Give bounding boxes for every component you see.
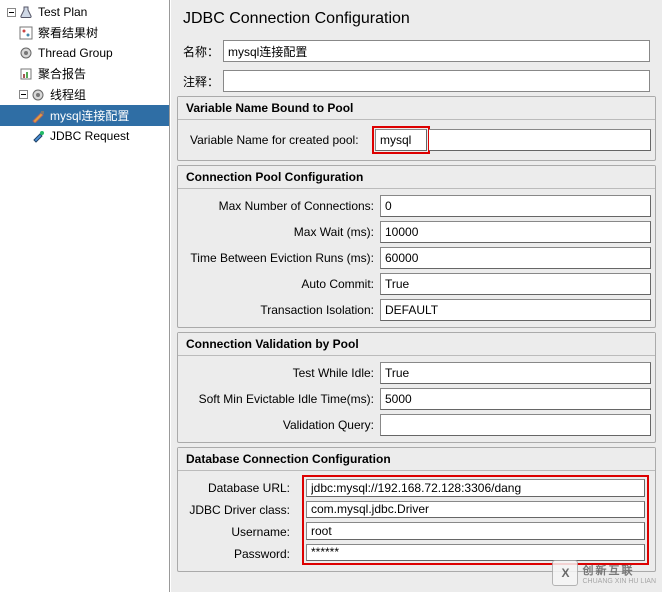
soft-min-input[interactable] [380,388,651,410]
watermark-logo-icon: X [552,560,578,586]
collapse-icon[interactable] [18,90,28,100]
auto-commit-select[interactable] [380,273,651,295]
soft-min-label: Soft Min Evictable Idle Time(ms): [182,392,380,406]
tree-item-thread-group-cn[interactable]: 线程组 [0,84,169,105]
thread-group-icon [30,87,46,103]
section-title: Variable Name Bound to Pool [178,97,655,120]
tree-panel: Test Plan 察看结果树 Thread Group 聚合报告 线程组 my… [0,0,170,592]
max-wait-input[interactable] [380,221,651,243]
tree-item-results[interactable]: 察看结果树 [0,22,169,43]
section-validation: Connection Validation by Pool Test While… [177,332,656,443]
db-pass-label: Password: [178,543,296,565]
request-icon [30,128,46,144]
db-driver-input[interactable] [306,501,645,519]
db-user-input[interactable] [306,522,645,540]
test-idle-label: Test While Idle: [182,366,380,380]
var-name-input-ext[interactable] [429,129,651,151]
tree-item-jdbc-request[interactable]: JDBC Request [0,126,169,146]
max-wait-label: Max Wait (ms): [182,225,380,239]
valid-query-label: Validation Query: [182,418,380,432]
tree-item-label: mysql连接配置 [50,107,129,124]
report-icon [18,66,34,82]
section-title: Connection Pool Configuration [178,166,655,189]
test-idle-select[interactable] [380,362,651,384]
txn-iso-select[interactable] [380,299,651,321]
collapse-icon[interactable] [6,7,16,17]
max-conn-label: Max Number of Connections: [182,199,380,213]
tree-item-label: Thread Group [38,46,113,60]
watermark-brand: 创新互联 [582,565,634,577]
section-db-config: Database Connection Configuration Databa… [177,447,656,572]
comment-label: 注释： [183,73,223,90]
tree-item-label: 察看结果树 [38,24,98,41]
tree-item-thread-group[interactable]: Thread Group [0,43,169,63]
db-url-input[interactable] [306,479,645,497]
auto-commit-label: Auto Commit: [182,277,380,291]
tree-item-label: 聚合报告 [38,65,86,82]
tree-root-label: Test Plan [38,5,87,19]
max-conn-input[interactable] [380,195,651,217]
db-pass-input[interactable] [306,544,645,562]
panel-title: JDBC Connection Configuration [171,0,662,36]
config-panel: JDBC Connection Configuration 名称： 注释： Va… [170,0,662,592]
watermark: X 创新互联 CHUANG XIN HU LIAN [552,560,656,586]
comment-input[interactable] [223,70,650,92]
tree-item-label: JDBC Request [50,129,129,143]
section-title: Connection Validation by Pool [178,333,655,356]
db-url-label: Database URL: [178,477,296,499]
name-input[interactable] [223,40,650,62]
watermark-sub: CHUANG XIN HU LIAN [582,578,656,585]
db-user-label: Username: [178,521,296,543]
tree-item-aggregate[interactable]: 聚合报告 [0,63,169,84]
tree-item-label: 线程组 [50,86,86,103]
thread-group-icon [18,45,34,61]
evict-label: Time Between Eviction Runs (ms): [182,251,380,265]
tree-item-mysql-config[interactable]: mysql连接配置 [0,105,169,126]
valid-query-input[interactable] [380,414,651,436]
var-name-label: Variable Name for created pool: [182,133,372,147]
evict-input[interactable] [380,247,651,269]
section-title: Database Connection Configuration [178,448,655,471]
tree-root[interactable]: Test Plan [0,2,169,22]
config-icon [30,108,46,124]
db-driver-label: JDBC Driver class: [178,499,296,521]
var-name-input[interactable] [375,129,427,151]
name-label: 名称： [183,43,223,60]
flask-icon [18,4,34,20]
section-pool-config: Connection Pool Configuration Max Number… [177,165,656,328]
results-tree-icon [18,25,34,41]
db-highlight-box [302,475,649,565]
txn-iso-label: Transaction Isolation: [182,303,380,317]
section-variable-pool: Variable Name Bound to Pool Variable Nam… [177,96,656,161]
